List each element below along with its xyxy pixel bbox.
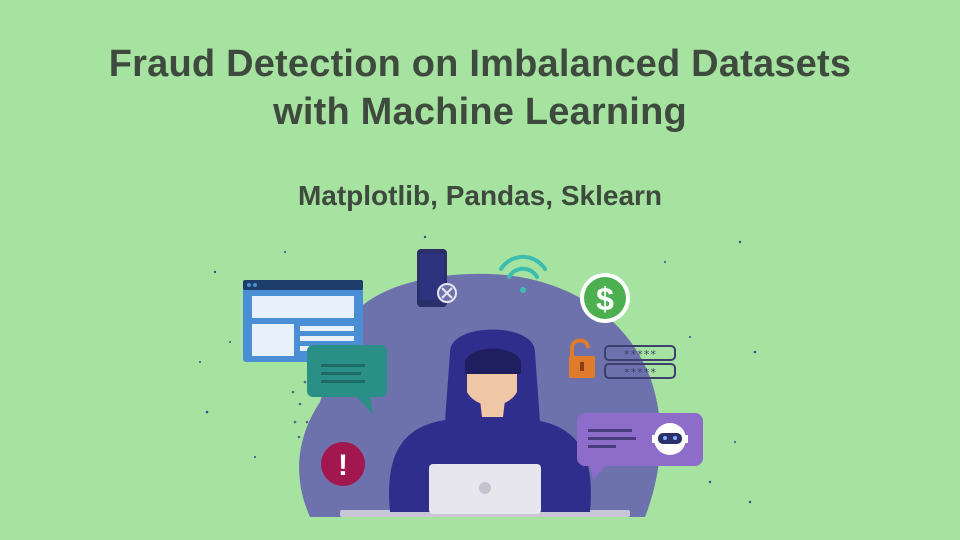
slide: Fraud Detection on Imbalanced Datasets w… <box>0 0 960 540</box>
dollar-symbol: $ <box>596 281 614 317</box>
dollar-coin-icon: $ <box>580 273 630 323</box>
password-mask-1: ***** <box>623 348 656 361</box>
slide-title: Fraud Detection on Imbalanced Datasets w… <box>0 40 960 136</box>
title-line-1: Fraud Detection on Imbalanced Datasets <box>108 43 852 85</box>
slide-subtitle: Matplotlib, Pandas, Sklearn <box>297 180 663 211</box>
alert-icon: ! <box>321 442 365 486</box>
alert-symbol: ! <box>338 449 348 482</box>
title-line-2: with Machine Learning <box>273 91 687 133</box>
laptop-icon <box>429 464 541 514</box>
password-mask-2: ***** <box>623 366 656 379</box>
fraud-hacker-illustration: ! $ ***** ***** <box>199 235 757 517</box>
